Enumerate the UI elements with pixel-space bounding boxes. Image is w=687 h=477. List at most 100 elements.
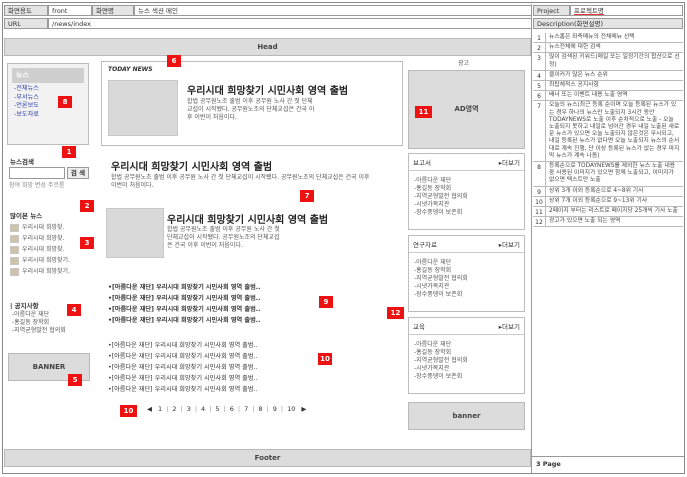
prev-page-icon[interactable]: ◀ bbox=[147, 405, 152, 413]
row-text: 배너 또는 이벤트 내용 노출 영역 bbox=[549, 92, 628, 99]
annotation-badge: 8 bbox=[58, 96, 72, 108]
list-item[interactable]: -아름다운 재단 bbox=[414, 177, 519, 185]
annotation-badge: 3 bbox=[80, 237, 94, 249]
notice-item[interactable]: -홍길동 장학회 bbox=[12, 319, 66, 327]
row-text: 광고가 있으면 노출 되는 영역 bbox=[549, 218, 621, 225]
list-item[interactable]: -아름다운 재단 bbox=[414, 259, 519, 267]
article-thumbnail[interactable] bbox=[106, 208, 164, 258]
list-item[interactable]: -시냇가복지관 bbox=[414, 365, 519, 373]
page-link[interactable]: 3 bbox=[187, 405, 191, 413]
article-headline[interactable]: 우리시대 희망찾기 시민사회 영역 출범 bbox=[111, 158, 401, 173]
news-menu-title: 뉴스 bbox=[12, 68, 84, 83]
row-number: 8 bbox=[533, 162, 546, 186]
list-item[interactable]: 우리시대 희망찾. bbox=[10, 233, 90, 244]
list-item[interactable]: -시냇가복지관 bbox=[414, 201, 519, 209]
row-text: 뉴스전체에 대한 검색 bbox=[549, 44, 601, 51]
row-text: 클이커가 많은 뉴스 순위 bbox=[549, 71, 608, 78]
screen-name-label: 화면명 bbox=[92, 5, 134, 16]
notice-title: | 공지사항 bbox=[10, 302, 39, 310]
list-item[interactable]: -지역균형발전 협의회 bbox=[414, 193, 519, 201]
reports-more-link[interactable]: ▸더보기 bbox=[499, 157, 520, 167]
news-search-button[interactable]: 검 색 bbox=[67, 167, 89, 179]
page-separator: | bbox=[166, 405, 169, 413]
annotation-badge: 1 bbox=[62, 146, 76, 158]
row-number: 7 bbox=[533, 101, 546, 162]
list-item[interactable]: •[아름다운 재단] 우리시대 희망찾기 시민사회 영역 출범.. bbox=[108, 315, 318, 326]
search-keyword-tags[interactable]: 참여 희망 변성 주르름 bbox=[9, 182, 64, 190]
table-row: 10 상위 7개 이외 등록순으로 9~13위 기사 bbox=[533, 196, 683, 208]
list-item[interactable]: •[아름다운 재단] 우리시대 희망찾기 시민사회 영역 출범.. bbox=[108, 282, 318, 293]
row-text: 오늘의 뉴스(최근 등록 순이며 오늘 등록된 뉴스가 있는 경우 하나의 뉴스… bbox=[549, 102, 680, 159]
list-item[interactable]: -시냇가복지관 bbox=[414, 283, 519, 291]
row-number: 10 bbox=[533, 196, 546, 207]
list-item[interactable]: -지역균형발전 협의회 bbox=[414, 275, 519, 283]
notice-item[interactable]: -지역균형발전 협의회 bbox=[12, 327, 66, 335]
list-item[interactable]: -장수풍뎅이 보존회 bbox=[414, 291, 519, 299]
list-item[interactable]: •[아름다운 재단] 우리시대 희망찾기 시민사회 영역 출범.. bbox=[108, 373, 318, 384]
page-link[interactable]: 9 bbox=[273, 405, 277, 413]
head-bar: Head bbox=[4, 38, 531, 56]
annotation-badge: 10 bbox=[318, 353, 332, 365]
list-item[interactable]: •[아름다운 재단] 우리시대 희망찾기 시민사회 영역 출범.. bbox=[108, 384, 318, 395]
today-news-summary: 합법 공무원노조 출범 이후 공무원 노사 간 첫 단체교섭이 시작됐다. 공무… bbox=[187, 98, 315, 121]
menu-item-press-release[interactable]: -보도자료 bbox=[14, 111, 88, 120]
list-item[interactable]: -지역균형발전 협의회 bbox=[414, 357, 519, 365]
page-link[interactable]: 2 bbox=[172, 405, 176, 413]
list-item[interactable]: •[아름다운 재단] 우리시대 희망찾기 시민사회 영역 출범.. bbox=[108, 340, 318, 351]
research-more-link[interactable]: ▸더보기 bbox=[499, 239, 520, 249]
menu-item-dept-news[interactable]: -부서뉴스 bbox=[14, 94, 88, 103]
page-link[interactable]: 7 bbox=[244, 405, 248, 413]
page-separator: | bbox=[180, 405, 183, 413]
notice-item[interactable]: -아름다운 재단 bbox=[12, 311, 66, 319]
article-headline[interactable]: 우리시대 희망찾기 시민사회 영역 출범 bbox=[167, 211, 402, 226]
news-search-title: 뉴스검색 bbox=[10, 158, 34, 166]
menu-item-press[interactable]: -언론보도 bbox=[14, 102, 88, 111]
page-link[interactable]: 5 bbox=[215, 405, 219, 413]
education-more-link[interactable]: ▸더보기 bbox=[499, 321, 520, 331]
list-item[interactable]: •[아름다운 재단] 우리시대 희망찾기 시민사회 영역 출범.. bbox=[108, 293, 318, 304]
list-item[interactable]: 우리시대 희망찾. bbox=[10, 222, 90, 233]
plain-news-list: •[아름다운 재단] 우리시대 희망찾기 시민사회 영역 출범.. •[아름다운… bbox=[108, 340, 318, 395]
project-value: 프로젝트명 bbox=[570, 5, 683, 16]
education-box: 교육 ▸더보기 -아름다운 재단 -홍길동 장학회 -지역균형발전 협의회 -시… bbox=[408, 317, 525, 394]
menu-item-all-news[interactable]: -전체뉴스 bbox=[14, 85, 88, 94]
table-row: 4 클이커가 많은 뉴스 순위 bbox=[533, 70, 683, 82]
list-item[interactable]: •[아름다운 재단] 우리시대 희망찾기 시민사회 영역 출범.. bbox=[108, 351, 318, 362]
reports-title: 보고서 bbox=[413, 159, 431, 167]
page-link[interactable]: 6 bbox=[230, 405, 234, 413]
news-search-input[interactable] bbox=[9, 167, 65, 179]
list-item-label: 우리시대 희망찾기. bbox=[22, 267, 70, 275]
page-link[interactable]: 4 bbox=[201, 405, 205, 413]
list-item[interactable]: •[아름다운 재단] 우리시대 희망찾기 시민사회 영역 출범.. bbox=[108, 304, 318, 315]
list-item[interactable]: -아름다운 재단 bbox=[414, 341, 519, 349]
table-row: 7 오늘의 뉴스(최근 등록 순이며 오늘 등록된 뉴스가 있는 경우 하나의 뉴… bbox=[533, 101, 683, 163]
page-separator: | bbox=[237, 405, 241, 413]
page-link[interactable]: 1 bbox=[158, 405, 162, 413]
list-item[interactable]: -장수풍뎅이 보존회 bbox=[414, 373, 519, 381]
list-item[interactable]: -장수풍뎅이 보존회 bbox=[414, 209, 519, 217]
list-item[interactable]: 우리시대 희망찾기. bbox=[10, 266, 90, 277]
right-banner[interactable]: banner bbox=[408, 402, 525, 430]
url-value: /news/index bbox=[48, 18, 532, 29]
list-item[interactable]: •[아름다운 재단] 우리시대 희망찾기 시민사회 영역 출범.. bbox=[108, 362, 318, 373]
list-item-label: 우리시대 희망찾. bbox=[22, 245, 65, 253]
list-item-label: 우리시대 희망찾기. bbox=[22, 256, 70, 264]
today-news-thumbnail[interactable] bbox=[108, 80, 178, 136]
table-row: 6 배너 또는 이벤트 내용 노출 영역 bbox=[533, 91, 683, 102]
table-row: 2 뉴스전체에 대한 검색 bbox=[533, 43, 683, 54]
list-item[interactable]: -홍길동 장학회 bbox=[414, 267, 519, 275]
page-separator: | bbox=[209, 405, 212, 413]
list-item[interactable]: 우리시대 희망찾. bbox=[10, 244, 90, 255]
ad-title: 광고 bbox=[458, 60, 470, 67]
today-news-headline[interactable]: 우리시대 희망찾기 시민사회 영역 출범 bbox=[187, 82, 399, 97]
list-item[interactable]: -홍길동 장학회 bbox=[414, 349, 519, 357]
description-divider bbox=[532, 456, 684, 457]
list-item[interactable]: 우리시대 희망찾기. bbox=[10, 255, 90, 266]
list-item[interactable]: -홍길동 장학회 bbox=[414, 185, 519, 193]
next-page-icon[interactable]: ▶ bbox=[301, 405, 306, 413]
page-link[interactable]: 8 bbox=[258, 405, 262, 413]
page-link[interactable]: 10 bbox=[287, 405, 295, 413]
row-text: 상위 7개 이외 등록순으로 9~13위 기사 bbox=[549, 197, 648, 204]
annotation-badge: 2 bbox=[80, 200, 94, 212]
row-number: 5 bbox=[533, 81, 546, 91]
